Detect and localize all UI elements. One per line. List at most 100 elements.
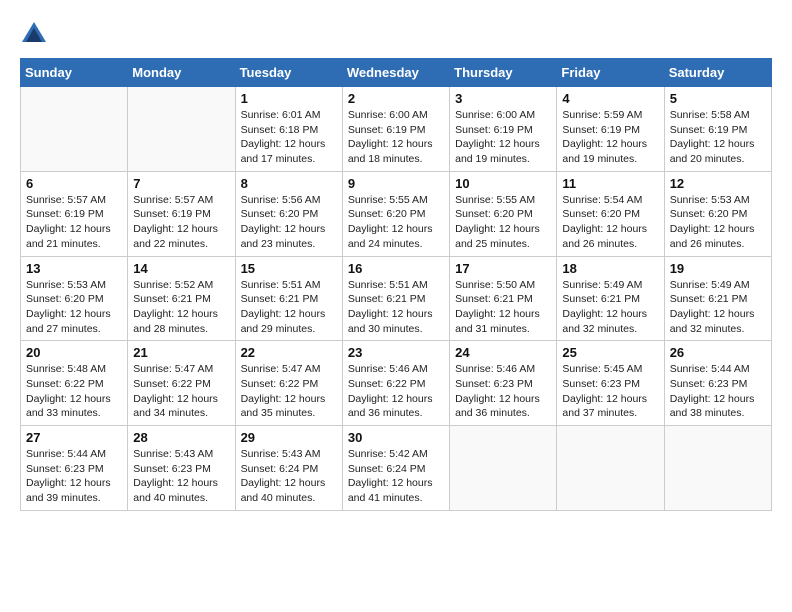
calendar-cell: 27 Sunrise: 5:44 AMSunset: 6:23 PMDayligh… — [21, 426, 128, 511]
calendar-cell: 18 Sunrise: 5:49 AMSunset: 6:21 PMDayligh… — [557, 256, 664, 341]
calendar-cell: 1 Sunrise: 6:01 AMSunset: 6:18 PMDaylight… — [235, 87, 342, 172]
logo — [20, 20, 52, 48]
calendar-cell: 24 Sunrise: 5:46 AMSunset: 6:23 PMDayligh… — [450, 341, 557, 426]
calendar-cell: 30Sunrise: 5:42 AMSunset: 6:24 PMDayligh… — [342, 426, 449, 511]
weekday-header-sunday: Sunday — [21, 59, 128, 87]
day-info: Sunrise: 5:47 AMSunset: 6:22 PMDaylight:… — [133, 362, 229, 421]
day-info: Sunrise: 5:52 AMSunset: 6:21 PMDaylight:… — [133, 278, 229, 337]
day-number: 11 — [562, 176, 658, 191]
day-info: Sunrise: 5:57 AMSunset: 6:19 PMDaylight:… — [26, 193, 122, 252]
week-row-5: 27 Sunrise: 5:44 AMSunset: 6:23 PMDayligh… — [21, 426, 772, 511]
day-number: 22 — [241, 345, 337, 360]
day-number: 5 — [670, 91, 766, 106]
week-row-2: 6 Sunrise: 5:57 AMSunset: 6:19 PMDaylight… — [21, 171, 772, 256]
day-info: Sunrise: 5:46 AMSunset: 6:23 PMDaylight:… — [455, 362, 551, 421]
logo-icon — [20, 20, 48, 48]
calendar-cell: 23 Sunrise: 5:46 AMSunset: 6:22 PMDayligh… — [342, 341, 449, 426]
day-number: 24 — [455, 345, 551, 360]
day-info: Sunrise: 5:46 AMSunset: 6:22 PMDaylight:… — [348, 362, 444, 421]
calendar-cell: 12 Sunrise: 5:53 AMSunset: 6:20 PMDayligh… — [664, 171, 771, 256]
calendar-cell: 5 Sunrise: 5:58 AMSunset: 6:19 PMDaylight… — [664, 87, 771, 172]
day-info: Sunrise: 5:43 AMSunset: 6:24 PMDaylight:… — [241, 447, 337, 506]
day-number: 8 — [241, 176, 337, 191]
calendar-cell: 4 Sunrise: 5:59 AMSunset: 6:19 PMDaylight… — [557, 87, 664, 172]
calendar-cell — [664, 426, 771, 511]
day-number: 18 — [562, 261, 658, 276]
day-info: Sunrise: 5:53 AMSunset: 6:20 PMDaylight:… — [670, 193, 766, 252]
weekday-header-monday: Monday — [128, 59, 235, 87]
day-number: 15 — [241, 261, 337, 276]
calendar-cell: 15Sunrise: 5:51 AMSunset: 6:21 PMDayligh… — [235, 256, 342, 341]
week-row-3: 13 Sunrise: 5:53 AMSunset: 6:20 PMDayligh… — [21, 256, 772, 341]
calendar-table: SundayMondayTuesdayWednesdayThursdayFrid… — [20, 58, 772, 511]
day-info: Sunrise: 5:56 AMSunset: 6:20 PMDaylight:… — [241, 193, 337, 252]
calendar-cell: 25 Sunrise: 5:45 AMSunset: 6:23 PMDayligh… — [557, 341, 664, 426]
day-number: 20 — [26, 345, 122, 360]
day-info: Sunrise: 6:00 AMSunset: 6:19 PMDaylight:… — [348, 108, 444, 167]
day-info: Sunrise: 5:49 AMSunset: 6:21 PMDaylight:… — [670, 278, 766, 337]
day-info: Sunrise: 6:01 AMSunset: 6:18 PMDaylight:… — [241, 108, 337, 167]
day-number: 9 — [348, 176, 444, 191]
day-number: 23 — [348, 345, 444, 360]
day-number: 4 — [562, 91, 658, 106]
calendar-cell: 11 Sunrise: 5:54 AMSunset: 6:20 PMDayligh… — [557, 171, 664, 256]
day-info: Sunrise: 5:55 AMSunset: 6:20 PMDaylight:… — [348, 193, 444, 252]
calendar-cell: 26 Sunrise: 5:44 AMSunset: 6:23 PMDayligh… — [664, 341, 771, 426]
weekday-header-wednesday: Wednesday — [342, 59, 449, 87]
calendar-cell: 20 Sunrise: 5:48 AMSunset: 6:22 PMDayligh… — [21, 341, 128, 426]
calendar-cell: 17 Sunrise: 5:50 AMSunset: 6:21 PMDayligh… — [450, 256, 557, 341]
day-info: Sunrise: 5:59 AMSunset: 6:19 PMDaylight:… — [562, 108, 658, 167]
weekday-header-friday: Friday — [557, 59, 664, 87]
day-info: Sunrise: 6:00 AMSunset: 6:19 PMDaylight:… — [455, 108, 551, 167]
day-info: Sunrise: 5:44 AMSunset: 6:23 PMDaylight:… — [670, 362, 766, 421]
calendar-cell: 6 Sunrise: 5:57 AMSunset: 6:19 PMDaylight… — [21, 171, 128, 256]
day-info: Sunrise: 5:49 AMSunset: 6:21 PMDaylight:… — [562, 278, 658, 337]
weekday-header-thursday: Thursday — [450, 59, 557, 87]
day-info: Sunrise: 5:45 AMSunset: 6:23 PMDaylight:… — [562, 362, 658, 421]
calendar-cell: 7Sunrise: 5:57 AMSunset: 6:19 PMDaylight… — [128, 171, 235, 256]
weekday-header-saturday: Saturday — [664, 59, 771, 87]
day-number: 26 — [670, 345, 766, 360]
page-header — [20, 20, 772, 48]
day-number: 28 — [133, 430, 229, 445]
calendar-cell — [128, 87, 235, 172]
day-number: 17 — [455, 261, 551, 276]
week-row-4: 20 Sunrise: 5:48 AMSunset: 6:22 PMDayligh… — [21, 341, 772, 426]
calendar-cell: 29Sunrise: 5:43 AMSunset: 6:24 PMDayligh… — [235, 426, 342, 511]
day-info: Sunrise: 5:48 AMSunset: 6:22 PMDaylight:… — [26, 362, 122, 421]
day-info: Sunrise: 5:55 AMSunset: 6:20 PMDaylight:… — [455, 193, 551, 252]
weekday-header-tuesday: Tuesday — [235, 59, 342, 87]
day-info: Sunrise: 5:42 AMSunset: 6:24 PMDaylight:… — [348, 447, 444, 506]
day-number: 19 — [670, 261, 766, 276]
day-info: Sunrise: 5:58 AMSunset: 6:19 PMDaylight:… — [670, 108, 766, 167]
day-number: 1 — [241, 91, 337, 106]
day-info: Sunrise: 5:53 AMSunset: 6:20 PMDaylight:… — [26, 278, 122, 337]
calendar-cell: 19 Sunrise: 5:49 AMSunset: 6:21 PMDayligh… — [664, 256, 771, 341]
calendar-cell: 22 Sunrise: 5:47 AMSunset: 6:22 PMDayligh… — [235, 341, 342, 426]
day-number: 14 — [133, 261, 229, 276]
day-number: 25 — [562, 345, 658, 360]
day-info: Sunrise: 5:54 AMSunset: 6:20 PMDaylight:… — [562, 193, 658, 252]
day-number: 2 — [348, 91, 444, 106]
calendar-cell: 3Sunrise: 6:00 AMSunset: 6:19 PMDaylight… — [450, 87, 557, 172]
day-number: 10 — [455, 176, 551, 191]
day-number: 13 — [26, 261, 122, 276]
day-info: Sunrise: 5:50 AMSunset: 6:21 PMDaylight:… — [455, 278, 551, 337]
day-number: 27 — [26, 430, 122, 445]
calendar-cell: 10 Sunrise: 5:55 AMSunset: 6:20 PMDayligh… — [450, 171, 557, 256]
calendar-cell: 21 Sunrise: 5:47 AMSunset: 6:22 PMDayligh… — [128, 341, 235, 426]
day-number: 12 — [670, 176, 766, 191]
day-number: 6 — [26, 176, 122, 191]
week-row-1: 1 Sunrise: 6:01 AMSunset: 6:18 PMDaylight… — [21, 87, 772, 172]
calendar-cell: 16Sunrise: 5:51 AMSunset: 6:21 PMDayligh… — [342, 256, 449, 341]
day-info: Sunrise: 5:43 AMSunset: 6:23 PMDaylight:… — [133, 447, 229, 506]
calendar-cell: 2 Sunrise: 6:00 AMSunset: 6:19 PMDaylight… — [342, 87, 449, 172]
weekday-header-row: SundayMondayTuesdayWednesdayThursdayFrid… — [21, 59, 772, 87]
calendar-cell: 9 Sunrise: 5:55 AMSunset: 6:20 PMDaylight… — [342, 171, 449, 256]
calendar-cell: 28 Sunrise: 5:43 AMSunset: 6:23 PMDayligh… — [128, 426, 235, 511]
day-number: 21 — [133, 345, 229, 360]
calendar-cell — [557, 426, 664, 511]
calendar-cell — [450, 426, 557, 511]
day-info: Sunrise: 5:47 AMSunset: 6:22 PMDaylight:… — [241, 362, 337, 421]
day-info: Sunrise: 5:44 AMSunset: 6:23 PMDaylight:… — [26, 447, 122, 506]
